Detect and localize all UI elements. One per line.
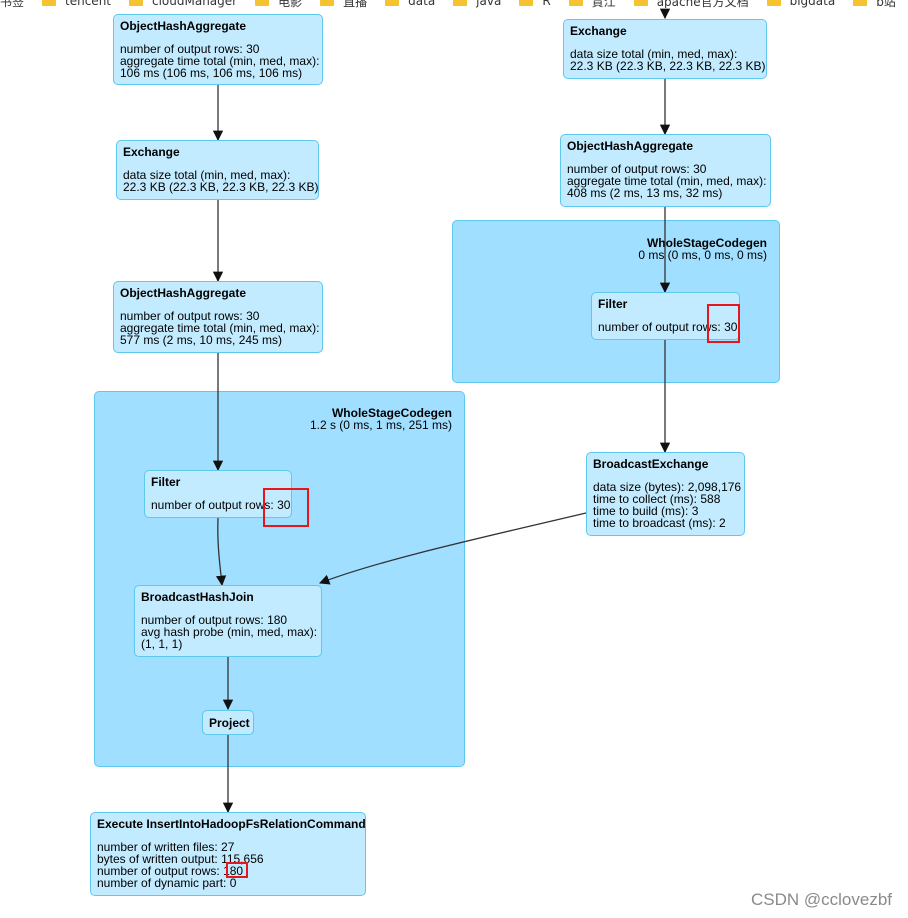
folder-icon (568, 0, 583, 6)
bookmark-folder-apache-docs[interactable]: apache官方文档 (633, 0, 749, 8)
folder-icon (42, 0, 57, 6)
bookmarks-bar: 书签 tencent cloudManager 电影 直播 data java … (0, 0, 908, 8)
folder-icon (255, 0, 270, 6)
folder-icon (129, 0, 143, 6)
bookmark-item[interactable]: 书签 (0, 0, 24, 8)
node-objecthashaggregate-top-left[interactable]: ObjectHashAggregate number of output row… (113, 14, 323, 85)
folder-icon (320, 0, 335, 6)
cluster-title: WholeStageCodegen 0 ms (0 ms, 0 ms, 0 ms… (638, 237, 767, 261)
cluster-time: 1.2 s (0 ms, 1 ms, 251 ms) (309, 418, 452, 432)
folder-icon (853, 0, 868, 6)
bookmark-label: tencent (65, 0, 111, 8)
node-objecthashaggregate-right[interactable]: ObjectHashAggregate number of output row… (560, 134, 771, 207)
bookmark-folder-tencent[interactable]: tencent (42, 0, 111, 8)
watermark: CSDN @cclovezbf (750, 890, 892, 909)
bookmark-folder-cloudmanager[interactable]: cloudManager (129, 0, 237, 8)
cluster-title: WholeStageCodegen 1.2 s (0 ms, 1 ms, 251… (310, 407, 452, 431)
node-metric: time to broadcast (ms): 2 (593, 516, 726, 530)
bookmark-folder-bilibili[interactable]: b站 (853, 0, 896, 8)
bookmark-label: 貴江 (591, 0, 616, 8)
node-exchange-left[interactable]: Exchange data size total (min, med, max)… (116, 140, 319, 200)
bookmark-label: data (408, 0, 436, 8)
node-broadcastexchange[interactable]: BroadcastExchange data size (bytes): 2,0… (586, 452, 745, 536)
bookmark-folder-bigdata[interactable]: bigdata (766, 0, 836, 8)
node-title: BroadcastHashJoin (141, 590, 254, 604)
node-metric: 22.3 KB (22.3 KB, 22.3 KB, 22.3 KB) (570, 59, 766, 73)
node-title: Exchange (570, 24, 627, 38)
highlight-box-left-filter-rows (263, 488, 309, 527)
bookmark-folder-guijiang[interactable]: 貴江 (568, 0, 616, 8)
node-project[interactable]: Project (202, 710, 254, 735)
node-metric: 106 ms (106 ms, 106 ms, 106 ms) (120, 66, 303, 80)
node-metric: number of dynamic part: 0 (97, 876, 237, 890)
highlight-box-execute-output-rows (226, 862, 248, 878)
bookmark-label: apache官方文档 (656, 0, 749, 8)
bookmark-label: 直播 (343, 0, 368, 8)
node-metric: 408 ms (2 ms, 13 ms, 32 ms) (567, 186, 723, 200)
node-title: ObjectHashAggregate (120, 19, 247, 33)
bookmark-folder-data[interactable]: data (385, 0, 435, 8)
bookmark-label: 电影 (278, 0, 303, 8)
folder-icon (453, 0, 468, 6)
node-broadcasthashjoin[interactable]: BroadcastHashJoin number of output rows:… (134, 585, 322, 657)
folder-icon (385, 0, 400, 6)
bookmark-label: R (542, 0, 551, 8)
cluster-time: 0 ms (0 ms, 0 ms, 0 ms) (638, 248, 767, 262)
bookmark-folder-java[interactable]: java (453, 0, 501, 8)
bookmark-label: b站 (876, 0, 896, 8)
bookmark-label: 书签 (0, 0, 25, 8)
node-metric: (1, 1, 1) (141, 637, 183, 651)
node-objecthashaggregate-left[interactable]: ObjectHashAggregate number of output row… (113, 281, 323, 353)
cluster-wholestagecodegen-left[interactable]: WholeStageCodegen 1.2 s (0 ms, 1 ms, 251… (94, 391, 465, 767)
node-metric: 22.3 KB (22.3 KB, 22.3 KB, 22.3 KB) (123, 180, 319, 194)
node-metric: 577 ms (2 ms, 10 ms, 245 ms) (120, 333, 283, 347)
folder-icon (519, 0, 534, 6)
node-title: Project (209, 716, 250, 730)
bookmark-label: bigdata (789, 0, 836, 8)
node-execute-insertintohadoopfsrelationcommand[interactable]: Execute InsertIntoHadoopFsRelationComman… (90, 812, 366, 896)
node-title: Exchange (123, 145, 180, 159)
bookmark-label: cloudManager (152, 0, 238, 8)
bookmark-folder-movies[interactable]: 电影 (255, 0, 302, 8)
highlight-box-right-filter-rows (707, 304, 740, 343)
node-exchange-right[interactable]: Exchange data size total (min, med, max)… (563, 19, 767, 79)
node-title: ObjectHashAggregate (567, 139, 694, 153)
folder-icon (766, 0, 781, 6)
folder-icon (633, 0, 648, 6)
bookmark-folder-r[interactable]: R (519, 0, 551, 8)
node-title: BroadcastExchange (593, 457, 709, 471)
node-title: Filter (151, 475, 181, 489)
node-title: Execute InsertIntoHadoopFsRelationComman… (97, 817, 366, 831)
bookmark-label: java (476, 0, 502, 8)
node-title: ObjectHashAggregate (120, 286, 247, 300)
bookmark-folder-live[interactable]: 直播 (320, 0, 367, 8)
